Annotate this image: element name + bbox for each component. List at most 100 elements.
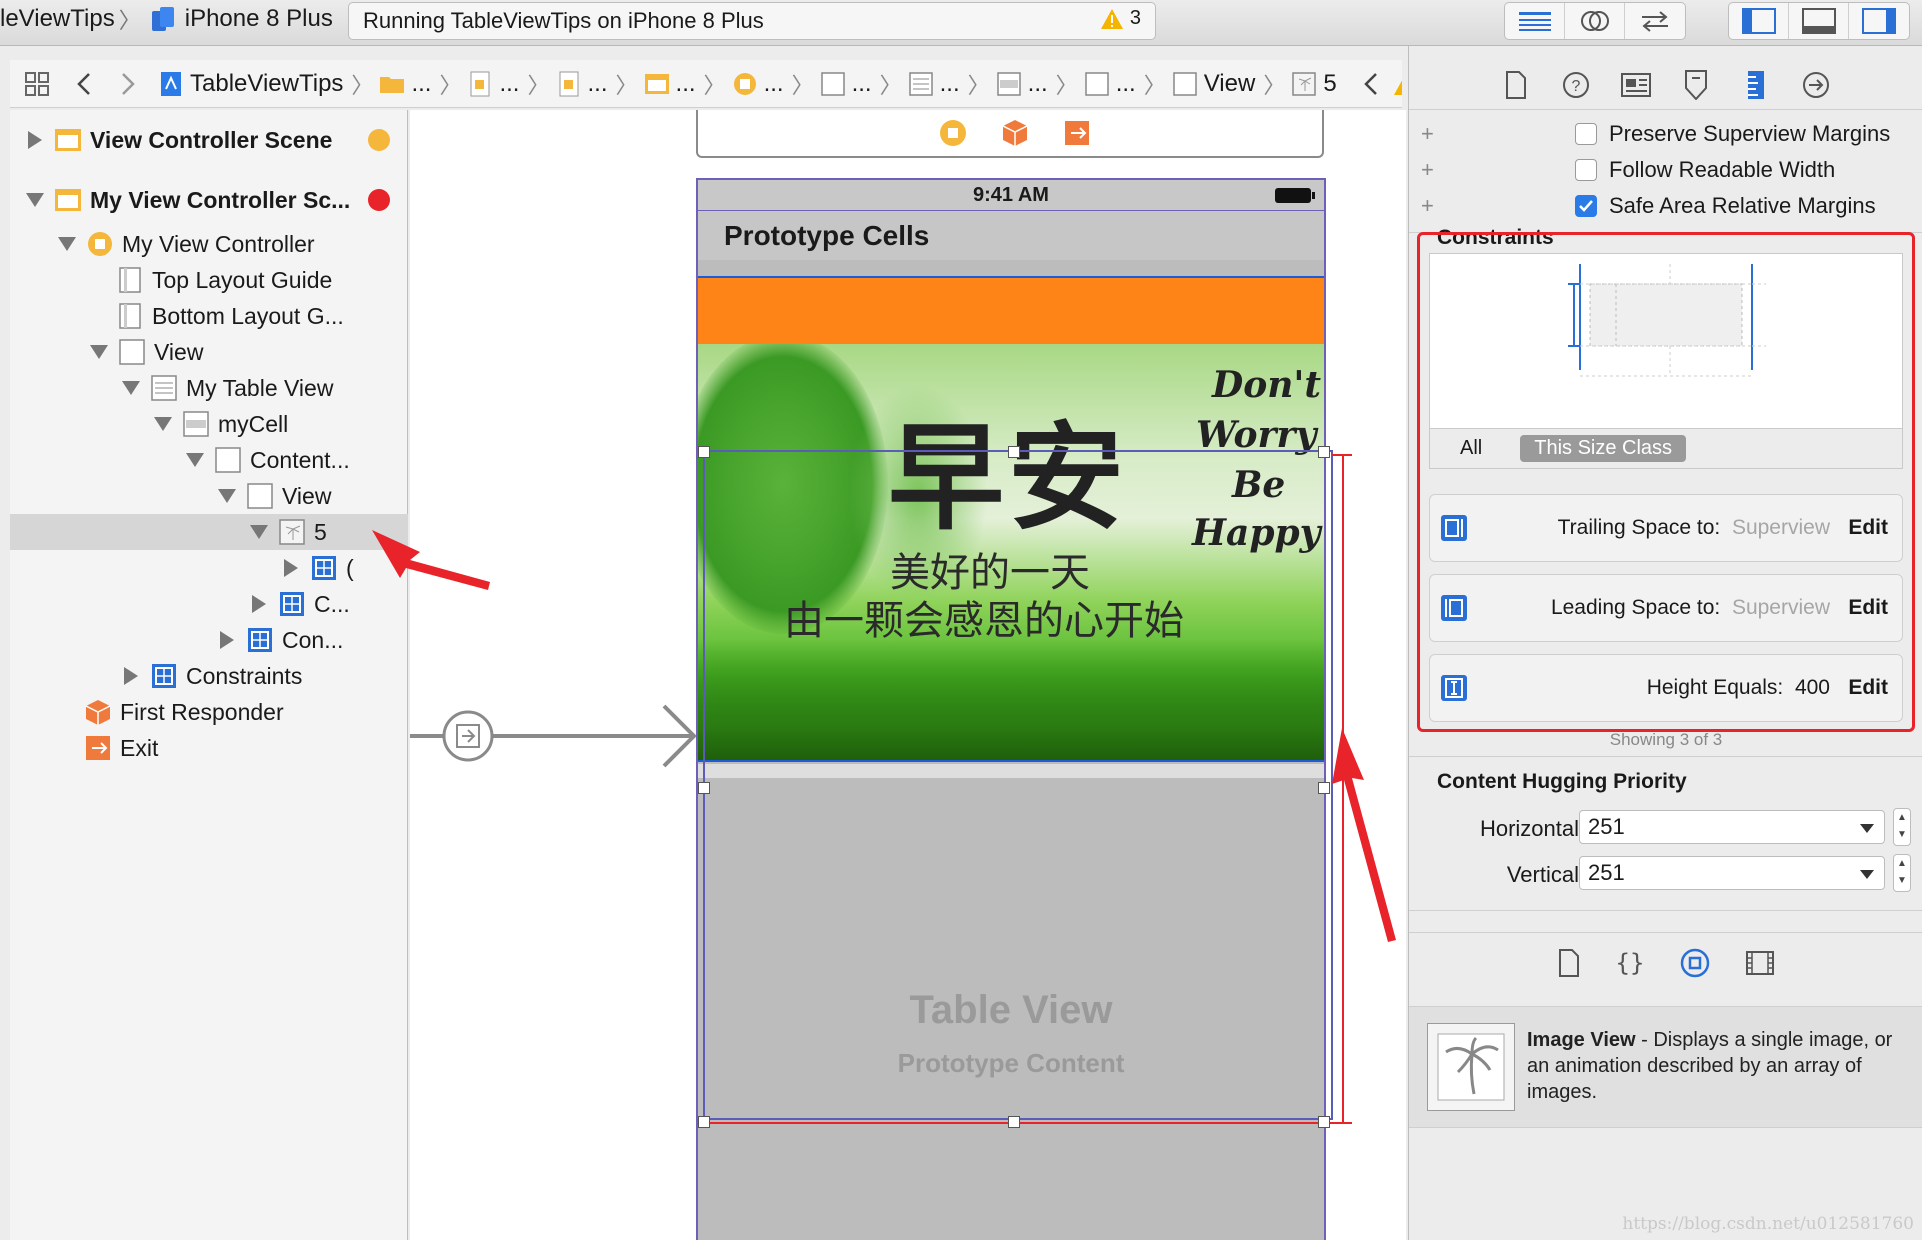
outline-bottom-layout-guide[interactable]: Bottom Layout G... bbox=[10, 298, 408, 334]
outline-cell[interactable]: myCell bbox=[10, 406, 408, 442]
library-image-view-item[interactable]: Image View - Displays a single image, or… bbox=[1409, 1006, 1922, 1128]
outline-exit[interactable]: Exit bbox=[10, 730, 408, 766]
back-icon[interactable] bbox=[72, 71, 98, 97]
error-status-icon[interactable] bbox=[368, 189, 390, 211]
outline-image-view-selected[interactable]: 5 bbox=[10, 514, 408, 550]
jump-current[interactable]: 5 bbox=[1323, 70, 1336, 98]
height-constraint-line bbox=[1342, 454, 1344, 1124]
size-inspector-tab[interactable] bbox=[1740, 69, 1772, 101]
vertical-stepper[interactable]: ▲ ▼ bbox=[1893, 854, 1911, 892]
edit-button[interactable]: Edit bbox=[1848, 676, 1888, 700]
resize-handle[interactable] bbox=[698, 782, 710, 794]
resize-handle[interactable] bbox=[698, 1116, 710, 1128]
palm-tree-icon bbox=[1437, 1033, 1505, 1101]
follow-readable-checkbox[interactable] bbox=[1575, 159, 1597, 181]
warning-icon[interactable] bbox=[1393, 71, 1402, 97]
arrows-swap-icon bbox=[1642, 11, 1668, 32]
jump-project[interactable]: TableViewTips bbox=[190, 70, 343, 98]
resize-handle[interactable] bbox=[1008, 1116, 1020, 1128]
resize-handle[interactable] bbox=[698, 446, 710, 458]
scheme-selector[interactable]: leViewTips 〉 iPhone 8 Plus bbox=[0, 2, 333, 36]
horizontal-priority-select[interactable]: 251 bbox=[1579, 810, 1885, 844]
leading-space-constraint[interactable]: Leading Space to: Superview Edit bbox=[1429, 574, 1903, 642]
safe-area-row[interactable]: + Safe Area Relative Margins bbox=[1409, 188, 1922, 224]
outline-view-controller[interactable]: My View Controller bbox=[10, 226, 408, 262]
outline-view[interactable]: View bbox=[10, 334, 408, 370]
outline-constraint-item[interactable]: Con... bbox=[10, 622, 408, 658]
trailing-constraint-icon bbox=[1441, 515, 1467, 541]
file-inspector-tab[interactable] bbox=[1500, 69, 1532, 101]
jump-view[interactable]: View bbox=[1204, 70, 1256, 98]
resize-handle[interactable] bbox=[1008, 446, 1020, 458]
cube-icon[interactable] bbox=[1000, 118, 1030, 148]
previous-issue-icon[interactable] bbox=[1359, 71, 1385, 97]
table-view-icon bbox=[908, 71, 933, 96]
project-icon bbox=[161, 71, 181, 96]
exit-icon[interactable] bbox=[1062, 118, 1092, 148]
constraints-diagram bbox=[1429, 253, 1903, 429]
storyboard-file-icon bbox=[559, 71, 578, 96]
interface-builder-canvas[interactable]: 9:41 AM Prototype Cells 早安 美好的一天 由一颗会感恩的… bbox=[410, 110, 1406, 1240]
preserve-margins-row[interactable]: + Preserve Superview Margins bbox=[1409, 116, 1922, 152]
view-icon bbox=[215, 447, 241, 473]
outline-first-responder[interactable]: First Responder bbox=[10, 694, 408, 730]
identity-inspector-tab[interactable] bbox=[1620, 69, 1652, 101]
media-library-tab[interactable] bbox=[1746, 950, 1774, 975]
related-items-icon[interactable] bbox=[24, 71, 50, 97]
resize-handle[interactable] bbox=[1318, 782, 1330, 794]
outline-content-view[interactable]: Content... bbox=[10, 442, 408, 478]
forward-icon[interactable] bbox=[114, 71, 140, 97]
code-snippet-tab[interactable]: {} bbox=[1616, 949, 1644, 977]
edit-button[interactable]: Edit bbox=[1848, 516, 1888, 540]
file-icon bbox=[1506, 70, 1526, 99]
outline-scene-my-view-controller[interactable]: My View Controller Sc... bbox=[10, 182, 408, 218]
standard-editor-button[interactable] bbox=[1505, 3, 1565, 39]
warning-indicator[interactable]: 3 bbox=[1100, 7, 1141, 30]
showing-count: Showing 3 of 3 bbox=[1609, 730, 1723, 749]
vertical-priority-select[interactable]: 251 bbox=[1579, 856, 1885, 890]
edit-button[interactable]: Edit bbox=[1848, 596, 1888, 620]
preserve-margins-checkbox[interactable] bbox=[1575, 123, 1597, 145]
outline-constraint-item[interactable]: ( bbox=[10, 550, 408, 586]
plus-icon[interactable]: + bbox=[1421, 193, 1434, 219]
resize-handle[interactable] bbox=[1318, 446, 1330, 458]
follow-readable-row[interactable]: + Follow Readable Width bbox=[1409, 152, 1922, 188]
version-editor-button[interactable] bbox=[1625, 3, 1685, 39]
tab-this-size-class[interactable]: This Size Class bbox=[1520, 435, 1687, 462]
outline-top-layout-guide[interactable]: Top Layout Guide bbox=[10, 262, 408, 298]
view-toggle-group bbox=[1728, 2, 1910, 40]
segue-arrow[interactable] bbox=[410, 110, 706, 1240]
attributes-inspector-tab[interactable] bbox=[1680, 69, 1712, 101]
warning-status-icon[interactable] bbox=[368, 129, 390, 151]
toggle-debug-area-button[interactable] bbox=[1789, 3, 1849, 39]
image-view[interactable]: 早安 美好的一天 由一颗会感恩的心开始 Don't Worry Be Happy bbox=[698, 344, 1324, 762]
assistant-editor-button[interactable] bbox=[1565, 3, 1625, 39]
object-library-tab[interactable] bbox=[1680, 948, 1710, 978]
resize-handle[interactable] bbox=[1318, 1116, 1330, 1128]
view-controller-icon[interactable] bbox=[938, 118, 968, 148]
disclosure-right-icon[interactable] bbox=[28, 131, 42, 149]
horizontal-stepper[interactable]: ▲ ▼ bbox=[1893, 808, 1911, 846]
outline-inner-view[interactable]: View bbox=[10, 478, 408, 514]
outline-table-view[interactable]: My Table View bbox=[10, 370, 408, 406]
trailing-space-constraint[interactable]: Trailing Space to: Superview Edit bbox=[1429, 494, 1903, 562]
connections-inspector-tab[interactable] bbox=[1800, 69, 1832, 101]
outline-constraints[interactable]: Constraints bbox=[10, 658, 408, 694]
plus-icon[interactable]: + bbox=[1421, 157, 1434, 183]
tab-all[interactable]: All bbox=[1460, 437, 1482, 460]
safe-area-checkbox[interactable] bbox=[1575, 195, 1597, 217]
disclosure-down-icon[interactable] bbox=[26, 193, 44, 207]
plus-icon[interactable]: + bbox=[1421, 121, 1434, 147]
lines-icon bbox=[1518, 12, 1551, 31]
iphone-scene: 9:41 AM Prototype Cells 早安 美好的一天 由一颗会感恩的… bbox=[696, 178, 1326, 1240]
watermark: https://blog.csdn.net/u012581760 bbox=[1622, 1214, 1914, 1234]
outline-scene-view-controller[interactable]: View Controller Scene bbox=[10, 122, 408, 158]
toggle-inspector-button[interactable] bbox=[1849, 3, 1909, 39]
outline-constraint-item[interactable]: C... bbox=[10, 586, 408, 622]
file-template-tab[interactable] bbox=[1558, 948, 1580, 977]
content-hugging-title: Content Hugging Priority bbox=[1437, 770, 1687, 793]
help-inspector-tab[interactable]: ? bbox=[1560, 69, 1592, 101]
toggle-navigator-button[interactable] bbox=[1729, 3, 1789, 39]
height-equals-constraint[interactable]: Height Equals: 400 Edit bbox=[1429, 654, 1903, 722]
table-view-icon bbox=[151, 375, 177, 401]
